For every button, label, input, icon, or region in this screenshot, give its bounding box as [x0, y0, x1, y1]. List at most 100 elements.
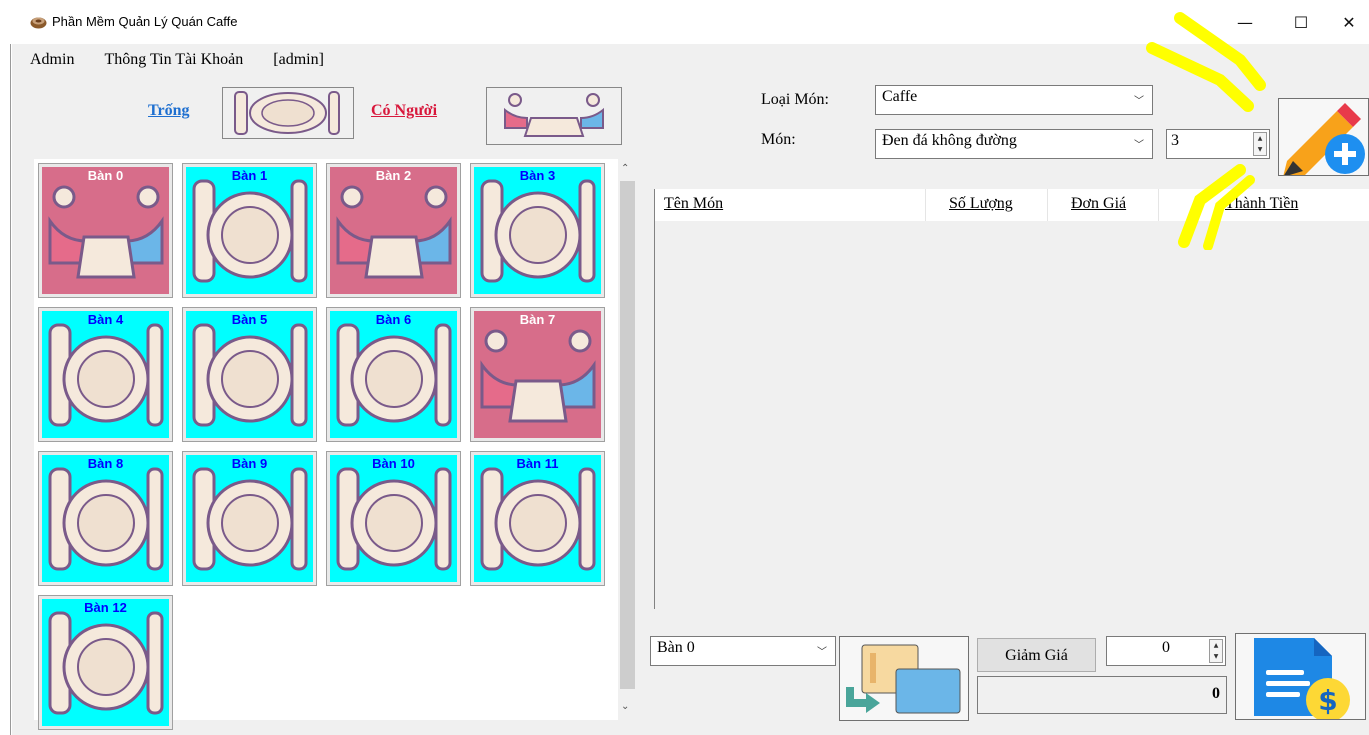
category-combobox[interactable]: Caffe ﹀	[875, 85, 1153, 115]
table-label: Bàn 2	[375, 168, 412, 183]
plate-icon	[336, 323, 452, 427]
stepper-buttons[interactable]: ▲ ▼	[1209, 639, 1223, 663]
table-empty-status: Bàn 3	[474, 167, 601, 294]
svg-text:$: $	[1318, 684, 1337, 717]
table-tile[interactable]: Bàn 5	[182, 307, 317, 442]
tables-scrollbar[interactable]: ⌃ ⌄	[618, 159, 637, 720]
table-occupied-status: Bàn 7	[474, 311, 601, 438]
table-tile[interactable]: Bàn 3	[470, 163, 605, 298]
plate-icon	[192, 179, 308, 283]
switch-table-button[interactable]	[839, 636, 969, 721]
table-label: Bàn 6	[375, 312, 412, 327]
discount-stepper[interactable]: 0 ▲ ▼	[1106, 636, 1226, 666]
table-tile[interactable]: Bàn 1	[182, 163, 317, 298]
table-empty-status: Bàn 12	[42, 599, 169, 726]
legend-occupied-label: Có Người	[371, 102, 438, 119]
menu-current-user[interactable]: [admin]	[273, 51, 324, 69]
category-value: Caffe	[882, 88, 918, 105]
legend-occupied-icon	[486, 87, 622, 145]
table-empty-status: Bàn 10	[330, 455, 457, 582]
table-label: Bàn 8	[87, 456, 124, 471]
plate-icon	[48, 323, 164, 427]
dining-table-icon	[336, 185, 452, 279]
stepper-up-icon[interactable]: ▲	[1210, 640, 1222, 651]
table-tile[interactable]: Bàn 2	[326, 163, 461, 298]
menu-bar: Admin Thông Tin Tài Khoản [admin]	[30, 44, 354, 76]
plate-icon	[234, 91, 340, 135]
table-empty-status: Bàn 1	[186, 167, 313, 294]
table-tile[interactable]: Bàn 8	[38, 451, 173, 586]
table-label: Bàn 10	[372, 456, 415, 471]
table-tile[interactable]: Bàn 0	[38, 163, 173, 298]
table-label: Bàn 5	[231, 312, 268, 327]
item-combobox[interactable]: Đen đá không đường ﹀	[875, 129, 1153, 159]
menu-admin[interactable]: Admin	[30, 51, 74, 69]
plate-icon	[480, 179, 596, 283]
table-empty-status: Bàn 6	[330, 311, 457, 438]
switch-table-combobox[interactable]: Bàn 0 ﹀	[650, 636, 836, 666]
legend-empty-icon	[222, 87, 354, 139]
table-empty-status: Bàn 5	[186, 311, 313, 438]
discount-button[interactable]: Giảm Giá	[977, 638, 1096, 672]
table-empty-status: Bàn 4	[42, 311, 169, 438]
table-tile[interactable]: Bàn 12	[38, 595, 173, 730]
plate-icon	[480, 467, 596, 571]
window-left-border	[10, 0, 11, 735]
column-divider[interactable]	[1047, 189, 1048, 221]
table-empty-status: Bàn 9	[186, 455, 313, 582]
scroll-up-arrow[interactable]: ⌃	[621, 163, 629, 174]
table-label: Bàn 4	[87, 312, 124, 327]
pencil-add-icon	[1283, 103, 1365, 175]
table-label: Bàn 11	[516, 456, 559, 471]
legend-empty-label: Trống	[148, 102, 190, 119]
table-tile[interactable]: Bàn 7	[470, 307, 605, 442]
category-label: Loại Món:	[761, 91, 829, 108]
plate-icon	[48, 467, 164, 571]
column-quantity[interactable]: Số Lượng	[949, 195, 1013, 213]
scrollbar-thumb[interactable]	[620, 181, 635, 689]
table-label: Bàn 9	[231, 456, 268, 471]
dining-table-icon	[504, 93, 604, 137]
plate-icon	[192, 467, 308, 571]
column-unit-price[interactable]: Đơn Giá	[1071, 195, 1126, 213]
table-label: Bàn 0	[87, 168, 124, 183]
table-label: Bàn 3	[519, 168, 556, 183]
dining-table-icon	[480, 329, 596, 423]
stepper-down-icon[interactable]: ▼	[1210, 651, 1222, 662]
window-title: Phần Mềm Quản Lý Quán Caffe	[52, 14, 238, 29]
item-value: Đen đá không đường	[882, 132, 1017, 149]
chevron-down-icon: ﹀	[817, 647, 827, 658]
table-empty-status: Bàn 11	[474, 455, 601, 582]
menu-account-info[interactable]: Thông Tin Tài Khoản	[104, 51, 243, 69]
table-label: Bàn 7	[519, 312, 556, 327]
table-occupied-status: Bàn 0	[42, 167, 169, 294]
switch-table-value: Bàn 0	[657, 639, 695, 656]
item-label: Món:	[761, 131, 796, 148]
add-food-button[interactable]	[1278, 98, 1369, 176]
table-occupied-status: Bàn 2	[330, 167, 457, 294]
total-price-textbox[interactable]: 0	[977, 676, 1227, 714]
table-tile[interactable]: Bàn 6	[326, 307, 461, 442]
table-label: Bàn 12	[84, 600, 127, 615]
close-button[interactable]: ✕	[1326, 0, 1369, 44]
table-tile[interactable]: Bàn 10	[326, 451, 461, 586]
coffee-app-icon	[30, 17, 47, 29]
plate-icon	[48, 611, 164, 715]
table-tile[interactable]: Bàn 4	[38, 307, 173, 442]
highlighter-annotation	[1146, 12, 1266, 250]
scroll-down-arrow[interactable]: ⌄	[621, 701, 629, 712]
plate-icon	[192, 323, 308, 427]
tables-panel[interactable]: Bàn 0 Bàn 1 Bàn 2 Bàn 3 Bàn 4 Bàn 5 Bàn 6 Bàn 7…	[34, 159, 618, 730]
table-tile[interactable]: Bàn 11	[470, 451, 605, 586]
checkout-button[interactable]: $	[1235, 633, 1366, 720]
column-divider[interactable]	[925, 189, 926, 221]
table-empty-status: Bàn 8	[42, 455, 169, 582]
table-tile[interactable]: Bàn 9	[182, 451, 317, 586]
bill-listview[interactable]: Tên Món Số Lượng Đơn Giá Thành Tiền	[654, 189, 1369, 609]
table-label: Bàn 1	[231, 168, 268, 183]
column-food-name[interactable]: Tên Món	[664, 195, 723, 213]
discount-value: 0	[1162, 639, 1170, 656]
plate-icon	[336, 467, 452, 571]
switch-table-icon	[846, 644, 961, 714]
maximize-button[interactable]: ☐	[1278, 0, 1324, 44]
